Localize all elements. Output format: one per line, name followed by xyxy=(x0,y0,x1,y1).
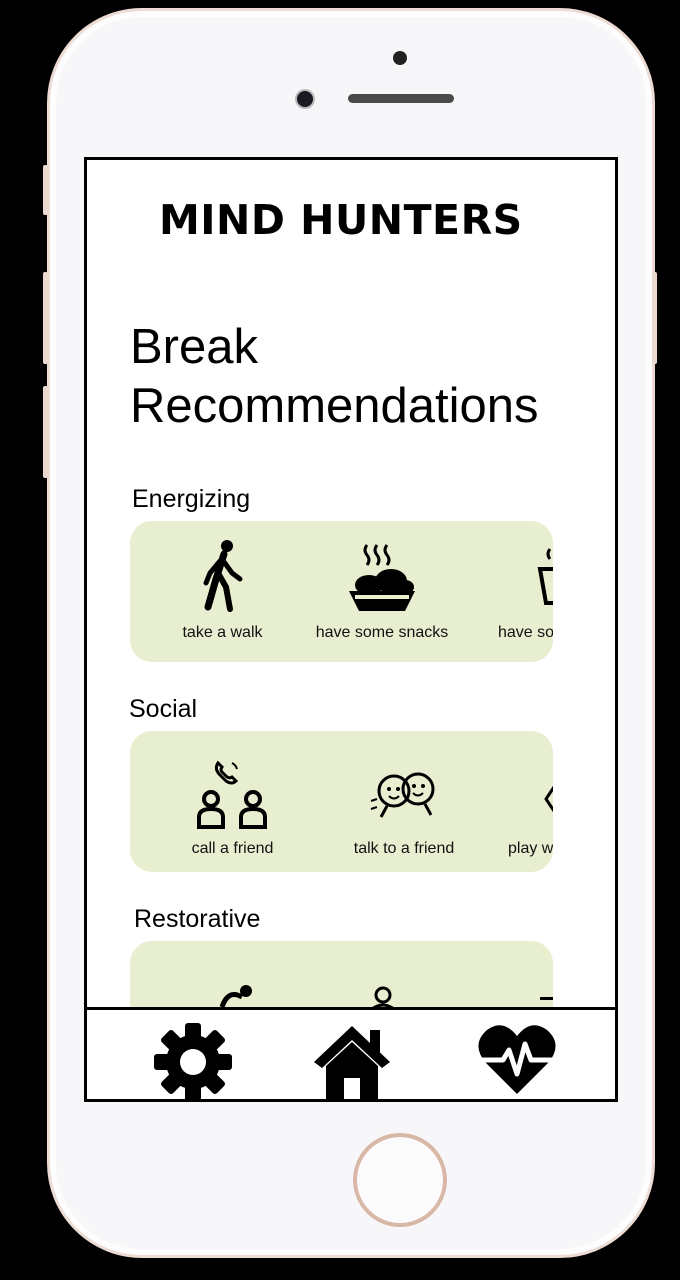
item-label: take a walk xyxy=(182,624,263,641)
mute-switch[interactable] xyxy=(43,165,48,215)
earpiece-speaker xyxy=(348,94,454,103)
meditation-person-icon xyxy=(371,986,395,1009)
item-have-so[interactable]: have so xyxy=(496,521,553,662)
item-call-a-friend[interactable]: call a friend xyxy=(175,731,290,872)
home-button[interactable] xyxy=(353,1133,447,1227)
volume-down-button[interactable] xyxy=(43,386,48,478)
proximity-sensor xyxy=(393,51,407,65)
tab-health[interactable] xyxy=(477,1022,561,1099)
tea-cup-icon xyxy=(537,548,553,605)
stretching-person-icon xyxy=(219,985,252,1007)
bottom-tab-bar xyxy=(87,1007,615,1099)
item-label: call a friend xyxy=(191,840,274,857)
item-have-some-snacks[interactable]: have some snacks xyxy=(308,521,456,662)
item-label: play w xyxy=(508,840,553,857)
page-title: Break Recommendations xyxy=(130,318,570,436)
social-card[interactable]: call a friend talk to a friend play w xyxy=(130,731,553,872)
item-label: have some snacks xyxy=(315,624,449,641)
home-icon xyxy=(314,1026,390,1099)
item-talk-to-a-friend[interactable]: talk to a friend xyxy=(344,731,464,872)
app-screen: MIND HUNTERS Break Recommendations Energ… xyxy=(84,157,618,1102)
volume-up-button[interactable] xyxy=(43,272,48,364)
item-label: talk to a friend xyxy=(353,840,455,857)
item-take-a-walk[interactable]: take a walk xyxy=(170,521,275,662)
tab-home[interactable] xyxy=(312,1024,396,1099)
snack-bowl-icon xyxy=(349,544,415,611)
page-title-text: Break Recommendations xyxy=(130,320,539,433)
tab-settings[interactable] xyxy=(153,1022,237,1099)
heartbeat-icon xyxy=(478,1025,556,1094)
restorative-icon xyxy=(540,997,553,1000)
item-play-w[interactable]: play w xyxy=(506,731,553,872)
gear-icon xyxy=(154,1023,232,1099)
phone-call-people-icon xyxy=(196,760,267,829)
talking-friends-icon xyxy=(370,772,435,818)
power-button[interactable] xyxy=(652,272,657,364)
section-label-social: Social xyxy=(129,695,198,723)
energizing-card[interactable]: take a walk have some snacks have so xyxy=(130,521,553,662)
section-label-restorative: Restorative xyxy=(134,905,261,933)
section-label-energizing: Energizing xyxy=(132,485,251,513)
brand-title: MIND HUNTERS xyxy=(159,196,523,244)
play-figure-icon xyxy=(544,786,553,812)
walking-person-icon xyxy=(203,540,242,612)
front-camera xyxy=(295,89,315,109)
item-label: have so xyxy=(498,624,553,641)
